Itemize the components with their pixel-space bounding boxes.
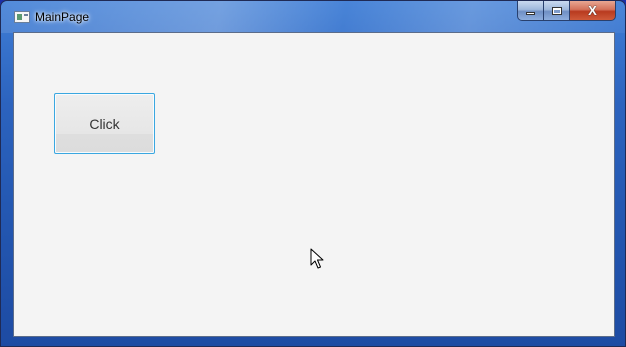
caption-buttons: X bbox=[517, 1, 616, 21]
mouse-cursor-icon bbox=[310, 248, 324, 269]
click-button[interactable]: Click bbox=[54, 93, 155, 154]
minimize-icon bbox=[526, 12, 535, 15]
close-button[interactable]: X bbox=[570, 1, 616, 21]
window-title: MainPage bbox=[35, 10, 90, 24]
maximize-button[interactable] bbox=[544, 1, 570, 21]
title-bar[interactable]: MainPage X bbox=[1, 1, 625, 31]
minimize-button[interactable] bbox=[517, 1, 544, 21]
close-icon: X bbox=[588, 3, 597, 18]
main-window: MainPage X Click bbox=[0, 0, 626, 347]
app-icon[interactable] bbox=[14, 11, 30, 23]
maximize-icon bbox=[551, 6, 562, 15]
client-area: Click bbox=[13, 32, 615, 337]
